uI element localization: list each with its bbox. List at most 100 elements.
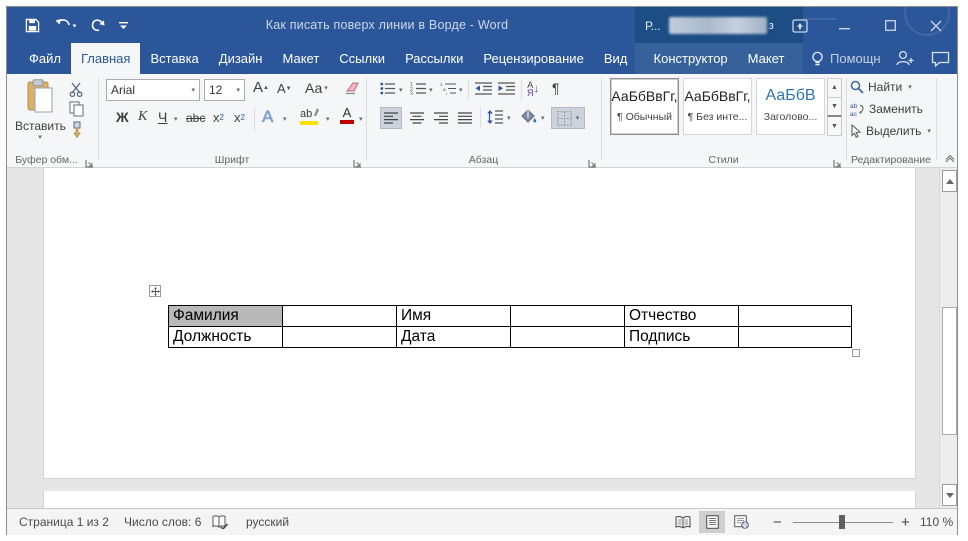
text-effects-dropdown-arrow[interactable]: ▾ xyxy=(283,115,287,123)
select-button[interactable]: Выделить▾ xyxy=(850,124,931,138)
web-layout-button[interactable] xyxy=(728,511,754,533)
paragraph-dialog-launcher[interactable] xyxy=(588,155,598,165)
sort-button[interactable]: АЯ↓ xyxy=(527,81,539,97)
align-right-button[interactable] xyxy=(430,107,452,129)
font-color-dropdown-arrow[interactable]: ▾ xyxy=(359,115,363,123)
maximize-button[interactable] xyxy=(871,7,909,44)
zoom-slider-thumb[interactable] xyxy=(839,515,845,529)
table-cell-patronymic[interactable]: Отчество xyxy=(625,306,739,327)
multilevel-dropdown-arrow[interactable]: ▾ xyxy=(459,86,463,94)
tab-layout[interactable]: Макет xyxy=(272,43,329,74)
underline-button[interactable]: Ч xyxy=(158,109,167,125)
print-layout-button[interactable] xyxy=(699,511,725,533)
tell-me-label[interactable]: Помощн xyxy=(830,51,881,66)
replace-button[interactable]: abac Заменить xyxy=(850,102,923,116)
font-color-button[interactable]: А xyxy=(340,107,354,124)
tab-insert[interactable]: Вставка xyxy=(140,43,208,74)
styles-dialog-launcher[interactable] xyxy=(833,155,843,165)
table-cell-empty[interactable] xyxy=(511,306,625,327)
tab-view[interactable]: Вид xyxy=(594,43,638,74)
page-indicator[interactable]: Страница 1 из 2 xyxy=(19,509,109,535)
table-resize-handle[interactable] xyxy=(852,349,860,357)
tab-table-layout[interactable]: Макет xyxy=(738,43,795,74)
bold-button[interactable]: Ж xyxy=(116,109,129,125)
zoom-level[interactable]: 110 % xyxy=(920,509,953,535)
tab-table-design[interactable]: Конструктор xyxy=(644,43,738,74)
table-cell-empty[interactable] xyxy=(739,306,852,327)
copy-button[interactable] xyxy=(69,101,85,122)
tab-file[interactable]: Файл xyxy=(19,43,71,74)
scrollbar-up-button[interactable] xyxy=(942,170,957,192)
close-button[interactable] xyxy=(917,7,955,44)
style-card-normal[interactable]: АаБбВвГг, ¶ Обычный xyxy=(610,78,679,135)
comment-icon[interactable] xyxy=(931,51,950,72)
grow-font-button[interactable]: А▲ xyxy=(253,79,269,96)
zoom-out-button[interactable]: − xyxy=(773,509,782,535)
multilevel-list-button[interactable]: 1ai xyxy=(440,82,456,100)
save-icon[interactable] xyxy=(25,18,40,33)
styles-more-button[interactable]: ▼ xyxy=(827,115,842,136)
minimize-button[interactable] xyxy=(825,7,863,44)
table-cell-position[interactable]: Должность xyxy=(169,327,283,348)
format-painter-button[interactable] xyxy=(69,121,85,143)
tab-review[interactable]: Рецензирование xyxy=(473,43,593,74)
subscript-button[interactable]: х2 xyxy=(213,110,224,125)
tab-references[interactable]: Ссылки xyxy=(329,43,395,74)
cut-button[interactable] xyxy=(69,82,86,102)
table-cell-empty[interactable] xyxy=(739,327,852,348)
document-page-2-top[interactable] xyxy=(43,491,916,508)
line-spacing-dropdown-arrow[interactable]: ▾ xyxy=(507,114,511,122)
style-card-heading1[interactable]: АаБбВ Заголово... xyxy=(756,78,825,135)
bullets-dropdown-arrow[interactable]: ▾ xyxy=(399,86,403,94)
align-center-button[interactable] xyxy=(406,107,428,129)
style-card-no-spacing[interactable]: АаБбВвГг, ¶ Без инте... xyxy=(683,78,752,135)
table-cell-surname[interactable]: Фамилия xyxy=(169,306,283,327)
clipboard-dialog-launcher[interactable] xyxy=(85,155,95,165)
styles-scroll-down-button[interactable]: ▼ xyxy=(827,97,842,117)
find-button[interactable]: Найти▾ xyxy=(850,80,912,94)
redo-icon[interactable] xyxy=(90,18,105,32)
shading-dropdown-arrow[interactable]: ▾ xyxy=(541,114,545,122)
share-person-icon[interactable] xyxy=(895,49,915,72)
scrollbar-thumb[interactable] xyxy=(942,307,957,435)
italic-button[interactable]: К xyxy=(138,109,147,125)
font-name-combo[interactable]: Arial▾ xyxy=(106,79,200,101)
collapse-ribbon-button[interactable] xyxy=(945,150,955,168)
table-cell-empty[interactable] xyxy=(283,306,397,327)
justify-button[interactable] xyxy=(454,107,476,129)
proofing-icon[interactable] xyxy=(212,509,228,535)
numbering-button[interactable]: 123 xyxy=(410,82,426,100)
ribbon-display-options-button[interactable] xyxy=(783,7,817,44)
increase-indent-button[interactable] xyxy=(498,82,515,100)
shading-button[interactable] xyxy=(519,109,537,130)
styles-scroll-up-button[interactable]: ▲ xyxy=(827,78,842,98)
table-move-handle[interactable] xyxy=(149,285,161,297)
borders-button[interactable]: ▾ xyxy=(551,107,585,129)
table-cell-signature[interactable]: Подпись xyxy=(625,327,739,348)
font-dialog-launcher[interactable] xyxy=(353,155,363,165)
highlight-dropdown-arrow[interactable]: ▾ xyxy=(326,115,330,123)
tab-home[interactable]: Главная xyxy=(71,43,140,74)
underline-dropdown-arrow[interactable]: ▾ xyxy=(174,115,178,123)
bullets-button[interactable] xyxy=(380,82,396,100)
highlight-button[interactable]: ab xyxy=(300,107,320,125)
table-cell-date[interactable]: Дата xyxy=(397,327,511,348)
table-cell-empty[interactable] xyxy=(511,327,625,348)
language-indicator[interactable]: русский xyxy=(246,509,289,535)
font-size-combo[interactable]: 12▾ xyxy=(204,79,245,101)
table-cell-firstname[interactable]: Имя xyxy=(397,306,511,327)
zoom-in-button[interactable]: + xyxy=(901,509,910,535)
align-left-button[interactable] xyxy=(380,107,402,129)
show-marks-button[interactable]: ¶ xyxy=(552,80,560,96)
numbering-dropdown-arrow[interactable]: ▾ xyxy=(429,86,433,94)
strikethrough-button[interactable]: abc xyxy=(186,111,205,125)
clear-formatting-button[interactable] xyxy=(345,80,362,100)
scrollbar-down-button[interactable] xyxy=(942,484,957,506)
read-mode-button[interactable] xyxy=(670,511,696,533)
zoom-slider[interactable] xyxy=(793,509,893,535)
tab-design[interactable]: Дизайн xyxy=(209,43,273,74)
undo-icon[interactable] xyxy=(54,18,76,32)
tab-mailings[interactable]: Рассылки xyxy=(395,43,473,74)
text-effects-button[interactable]: А xyxy=(262,107,273,127)
superscript-button[interactable]: х2 xyxy=(234,110,245,125)
